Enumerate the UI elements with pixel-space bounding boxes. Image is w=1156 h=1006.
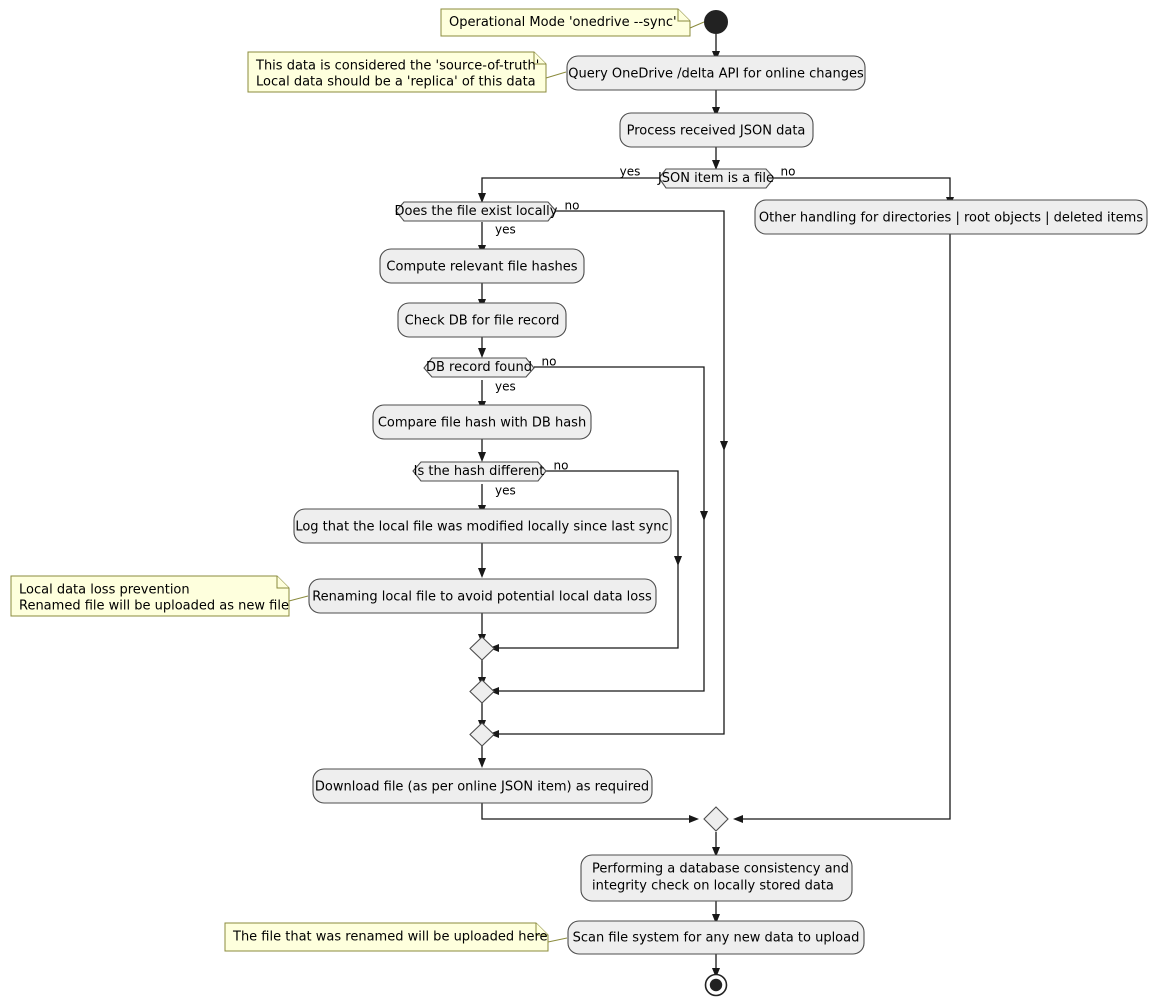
db-consistency-label-line1: Performing a database consistency and [592,862,849,877]
edge-label-exists-yes: yes [495,223,516,237]
edge-label-dbrecord-yes: yes [495,380,516,394]
note-local-data-loss-prevention: Local data loss prevention Renamed file … [10,575,309,617]
decision-is-hash-different[interactable]: Is the hash different [412,461,547,482]
note-source-of-truth-connector [545,71,567,79]
end-node-inner-circle [709,978,723,992]
activity-diagram-svg: yes no yes no yes no yes no Query OneDri… [10,8,1148,997]
activity-diagram-canvas: yes no yes no yes no yes no Query OneDri… [0,0,1156,1006]
other-handling-activity[interactable]: Other handling for directories | root ob… [754,199,1148,235]
edge-json-no-branch [774,177,951,200]
merge-db-shape [469,679,495,704]
query-delta-label: Query OneDrive /delta API for online cha… [568,67,864,82]
compute-hashes-label: Compute relevant file hashes [386,260,577,275]
edge-other-to-final-merge [740,234,951,820]
note-renamed-upload-connector [547,937,568,943]
decision-db-record-found[interactable]: DB record found [423,357,535,378]
arrow-other-to-final-merge [733,815,743,823]
merge-hash-shape [469,636,495,661]
edge-label-json-no: no [781,165,796,179]
note-renamed-upload-line1: The file that was renamed will be upload… [232,930,548,945]
rename-local-label: Renaming local file to avoid potential l… [312,590,652,605]
compare-hash-label: Compare file hash with DB hash [378,416,586,431]
log-modified-label: Log that the local file was modified loc… [295,520,668,535]
db-consistency-activity[interactable]: Performing a database consistency and in… [580,854,853,902]
rename-local-activity[interactable]: Renaming local file to avoid potential l… [308,578,657,614]
compute-hashes-activity[interactable]: Compute relevant file hashes [379,248,585,284]
arrow-exists-no-midpoint [720,441,728,451]
decision-exists-label: Does the file exist locally [395,204,558,219]
download-file-activity[interactable]: Download file (as per online JSON item) … [312,768,653,804]
arrow-dbrecord-no-midpoint [700,511,708,521]
compare-hash-activity[interactable]: Compare file hash with DB hash [372,404,592,440]
merge-db-diamond [469,679,495,704]
merge-exists-shape [469,722,495,747]
note-data-loss-connector [288,595,309,602]
start-node-circle [704,10,728,34]
start-node [704,10,728,34]
decision-file-exists-locally[interactable]: Does the file exist locally [395,201,558,222]
decision-hashdiff-label: Is the hash different [414,464,545,479]
arrow-checkdb-to-decision [478,348,486,358]
note-data-loss-line1: Local data loss prevention [19,583,190,598]
query-delta-activity[interactable]: Query OneDrive /delta API for online cha… [566,55,866,91]
edge-hashdiff-no-bypass [496,470,679,649]
merge-exists-diamond [469,722,495,747]
arrow-hashdiff-no-midpoint [674,556,682,566]
arrow-compare-to-decision [478,452,486,462]
edge-label-dbrecord-no: no [542,355,557,369]
note-renamed-file-upload: The file that was renamed will be upload… [224,922,568,952]
decision-json-label: JSON item is a file [657,171,774,186]
edge-label-hashdiff-no: no [554,459,569,473]
process-json-activity[interactable]: Process received JSON data [619,112,814,148]
note-operational-mode-line1: Operational Mode 'onedrive --sync' [449,15,677,30]
scan-filesystem-activity[interactable]: Scan file system for any new data to upl… [567,920,865,955]
edge-label-exists-no: no [565,199,580,213]
merge-hash-diamond [469,636,495,661]
download-file-label: Download file (as per online JSON item) … [315,780,649,795]
decision-json-item-is-a-file[interactable]: JSON item is a file [657,168,775,189]
arrow-download-to-final-merge [689,815,699,823]
merge-final-shape [703,806,729,832]
note-operational-mode: Operational Mode 'onedrive --sync' [440,8,705,37]
note-source-of-truth-line1: This data is considered the 'source-of-t… [255,59,539,74]
process-json-label: Process received JSON data [627,124,806,139]
note-data-loss-fold [276,576,289,589]
check-db-activity[interactable]: Check DB for file record [397,302,567,338]
edge-label-json-yes: yes [620,165,641,179]
merge-final-diamond [703,806,729,832]
note-data-loss-line2: Renamed file will be uploaded as new fil… [19,599,289,614]
check-db-label: Check DB for file record [405,314,560,329]
decision-dbrecord-label: DB record found [426,360,532,375]
note-operational-mode-connector [689,21,705,29]
other-handling-label: Other handling for directories | root ob… [759,211,1143,226]
scan-filesystem-label: Scan file system for any new data to upl… [573,931,860,946]
db-consistency-label-line2: integrity check on locally stored data [592,879,834,894]
edge-json-yes-branch [481,177,659,196]
edge-download-to-final-merge [481,803,692,820]
arrow-mergeexists-to-download [478,758,486,768]
note-source-of-truth: This data is considered the 'source-of-t… [247,51,567,93]
arrow-log-to-rename [478,568,486,578]
end-node [704,973,728,997]
log-modified-activity[interactable]: Log that the local file was modified loc… [293,508,672,544]
note-source-of-truth-line2: Local data should be a 'replica' of this… [256,75,536,90]
edge-label-hashdiff-yes: yes [495,484,516,498]
